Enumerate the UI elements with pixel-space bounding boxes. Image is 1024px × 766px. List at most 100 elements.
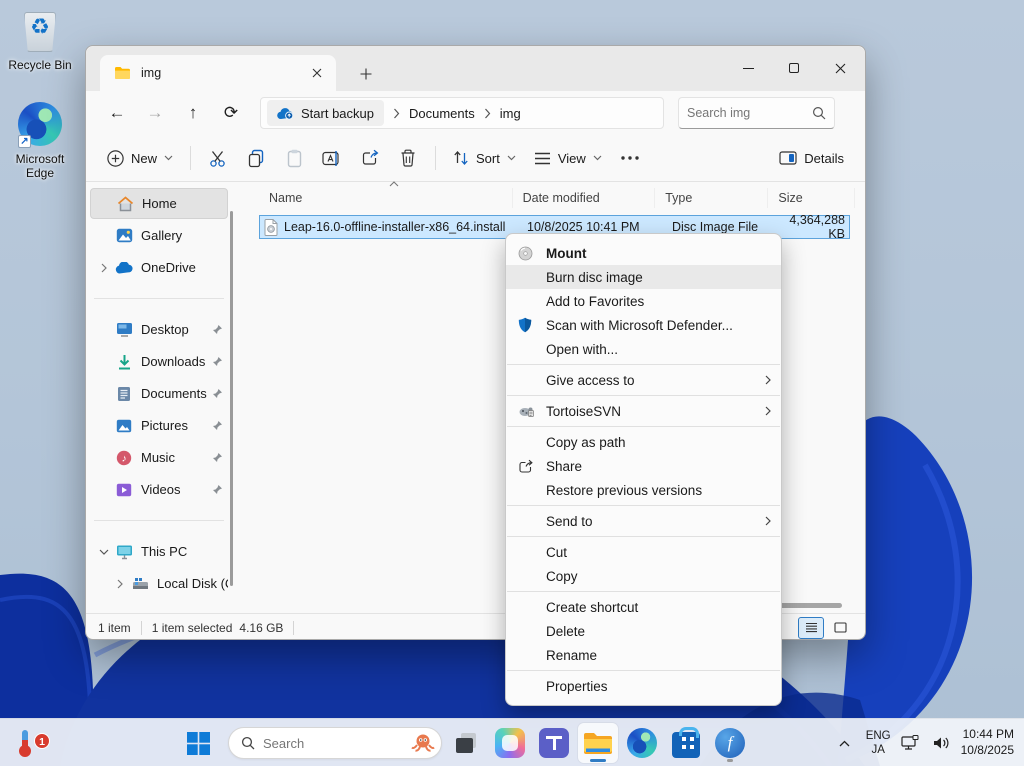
view-button[interactable]: View [525, 141, 611, 175]
column-header-type[interactable]: Type [655, 188, 768, 208]
gallery-icon [114, 226, 134, 246]
taskbar: 1 [0, 718, 1024, 766]
rename-button[interactable] [313, 141, 351, 175]
view-button-label: View [558, 151, 586, 166]
chevron-down-icon[interactable] [96, 549, 112, 555]
tab-img[interactable]: img [100, 55, 336, 91]
menu-item-tortoisesvn[interactable]: TortoiseSVN [506, 399, 781, 423]
menu-item-share[interactable]: Share [506, 454, 781, 478]
taskbar-search-box[interactable] [228, 727, 442, 759]
pin-icon [208, 420, 226, 431]
menu-item-restore-previous-versions[interactable]: Restore previous versions [506, 478, 781, 502]
tray-chevron-up-icon[interactable] [830, 723, 860, 763]
rename-icon [322, 150, 342, 167]
back-icon[interactable]: ← [100, 97, 134, 129]
desktop-icon-microsoft-edge[interactable]: ↗ Microsoft Edge [2, 102, 78, 181]
up-icon[interactable]: ↑ [176, 97, 210, 129]
cut-button[interactable] [199, 141, 237, 175]
sidebar-item-home[interactable]: Home [90, 188, 228, 219]
share-button[interactable] [351, 141, 389, 175]
menu-item-copy-as-path[interactable]: Copy as path [506, 430, 781, 454]
plus-circle-icon [107, 150, 124, 167]
menu-item-add-to-favorites[interactable]: Add to Favorites [506, 289, 781, 313]
column-headers: Name Date modified Type Size [259, 184, 855, 212]
sidebar-item-videos[interactable]: Videos [90, 474, 228, 505]
sidebar-item-documents[interactable]: Documents [90, 378, 228, 409]
new-button[interactable]: New [98, 141, 182, 175]
clock[interactable]: 10:44 PM 10/8/2025 [961, 727, 1014, 758]
paste-button[interactable] [275, 141, 313, 175]
column-header-name[interactable]: Name [259, 188, 513, 208]
column-header-date-modified[interactable]: Date modified [513, 188, 656, 208]
navigation-bar: ← → ↑ ⟳ Start backup Documents img [86, 91, 865, 135]
installer-app-button[interactable]: f [710, 723, 750, 763]
see-more-button[interactable] [611, 141, 649, 175]
edge-button[interactable] [622, 723, 662, 763]
menu-item-burn-disc-image[interactable]: Burn disc image [506, 265, 781, 289]
navigation-pane: Home Gallery OneDrive [86, 182, 232, 613]
menu-item-give-access-to[interactable]: Give access to [506, 368, 781, 392]
start-button[interactable] [178, 723, 218, 763]
minimize-button[interactable] [725, 46, 771, 90]
network-icon[interactable] [897, 723, 923, 763]
tab-close-icon[interactable] [306, 62, 328, 84]
taskbar-search-input[interactable] [263, 736, 411, 751]
menu-item-copy[interactable]: Copy [506, 564, 781, 588]
sidebar-item-this-pc[interactable]: This PC [90, 536, 228, 567]
forward-icon[interactable]: → [138, 97, 172, 129]
pin-icon [208, 388, 226, 399]
sidebar-item-desktop[interactable]: Desktop [90, 314, 228, 345]
breadcrumb-item-documents[interactable]: Documents [409, 106, 475, 121]
desktop-icon-recycle-bin[interactable]: ♻ Recycle Bin [2, 8, 78, 73]
menu-item-scan-with-microsoft-defender[interactable]: Scan with Microsoft Defender... [506, 313, 781, 337]
sidebar-item-pictures[interactable]: Pictures [90, 410, 228, 441]
chevron-right-icon[interactable] [96, 263, 112, 273]
music-icon: ♪ [114, 448, 134, 468]
pin-icon [208, 324, 226, 335]
copy-button[interactable] [237, 141, 275, 175]
maximize-button[interactable] [771, 46, 817, 90]
chevron-right-icon[interactable] [112, 579, 128, 589]
menu-item-create-shortcut[interactable]: Create shortcut [506, 595, 781, 619]
copilot-button[interactable] [490, 723, 530, 763]
menu-item-open-with[interactable]: Open with... [506, 337, 781, 361]
thumbnail-view-button[interactable] [827, 617, 853, 639]
menu-item-rename[interactable]: Rename [506, 643, 781, 667]
start-backup-button[interactable]: Start backup [267, 100, 384, 126]
details-view-button[interactable] [798, 617, 824, 639]
details-pane-icon [779, 151, 797, 165]
menu-item-cut[interactable]: Cut [506, 540, 781, 564]
volume-icon[interactable] [929, 723, 955, 763]
desktop-icon-label: Microsoft Edge [2, 153, 78, 181]
microsoft-store-button[interactable] [666, 723, 706, 763]
sidebar-item-music[interactable]: ♪ Music [90, 442, 228, 473]
teams-button[interactable] [534, 723, 574, 763]
close-button[interactable] [817, 46, 863, 90]
menu-item-send-to[interactable]: Send to [506, 509, 781, 533]
menu-item-mount[interactable]: Mount [506, 241, 781, 265]
onedrive-icon [114, 258, 134, 278]
weather-widget[interactable]: 1 [12, 727, 38, 759]
home-icon [115, 194, 135, 214]
new-tab-button[interactable] [354, 62, 378, 86]
delete-button[interactable] [389, 141, 427, 175]
sort-button[interactable]: Sort [444, 141, 525, 175]
refresh-icon[interactable]: ⟳ [214, 97, 248, 129]
sidebar-item-gallery[interactable]: Gallery [90, 220, 228, 251]
search-input[interactable] [687, 106, 812, 120]
breadcrumb-item-img[interactable]: img [500, 106, 521, 121]
language-indicator[interactable]: ENG JA [866, 729, 891, 758]
menu-item-properties[interactable]: Properties [506, 674, 781, 698]
sidebar-item-onedrive[interactable]: OneDrive [90, 252, 228, 283]
sidebar-item-downloads[interactable]: Downloads [90, 346, 228, 377]
column-header-size[interactable]: Size [768, 188, 855, 208]
menu-item-delete[interactable]: Delete [506, 619, 781, 643]
notification-badge: 1 [34, 733, 50, 749]
file-explorer-button[interactable] [578, 723, 618, 763]
details-pane-button[interactable]: Details [770, 141, 853, 175]
task-view-button[interactable] [446, 723, 486, 763]
search-box[interactable] [678, 97, 835, 129]
sidebar-item-local-disk-c[interactable]: Local Disk (C:) [90, 568, 228, 599]
disc-icon [518, 246, 546, 261]
pin-icon [208, 484, 226, 495]
